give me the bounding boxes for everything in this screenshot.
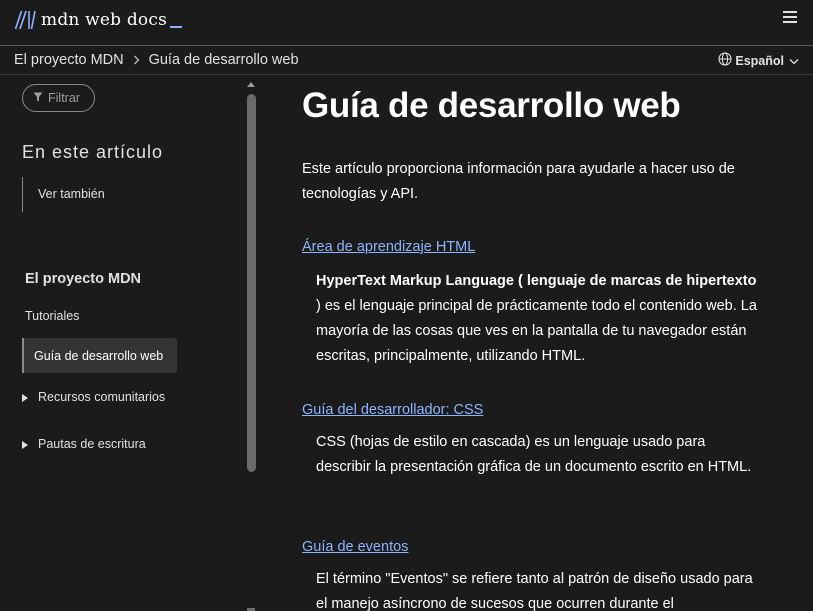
- triangle-right-icon[interactable]: [22, 394, 28, 402]
- hamburger-menu-icon[interactable]: [783, 11, 797, 23]
- intro-paragraph: Este artículo proporciona información pa…: [302, 161, 735, 202]
- link-events-guide[interactable]: Guía de eventos: [302, 539, 408, 555]
- section-description-events: El término "Eventos" se refiere tanto al…: [316, 571, 753, 611]
- html-definition-text: ) es el lenguaje principal de prácticame…: [316, 298, 757, 364]
- sidebar-item-community-resources[interactable]: Recursos comunitarios: [38, 390, 165, 404]
- logo-cursor: [170, 26, 183, 28]
- main-content: Guía de desarrollo web Este artículo pro…: [302, 76, 772, 611]
- section-description-html: HyperText Markup Language ( lenguaje de …: [316, 269, 764, 369]
- link-html-learning-area[interactable]: Área de aprendizaje HTML: [302, 239, 475, 255]
- sidebar-nav-heading: El proyecto MDN: [25, 271, 142, 287]
- triangle-right-icon[interactable]: [22, 441, 28, 449]
- sidebar-item-label: Guía de desarrollo web: [34, 348, 164, 363]
- chevron-down-icon: [789, 54, 799, 68]
- link-css-guide[interactable]: Guía del desarrollador: CSS: [302, 402, 483, 418]
- sidebar: Filtrar En este artículo Ver también El …: [0, 76, 262, 611]
- top-header: mdn web docs: [0, 0, 813, 46]
- chevron-right-icon: [133, 53, 140, 68]
- language-selector[interactable]: Español: [718, 52, 799, 69]
- breadcrumb: El proyecto MDN Guía de desarrollo web: [14, 52, 299, 68]
- mdn-logo-link[interactable]: mdn web docs: [14, 8, 183, 32]
- breadcrumb-item-current[interactable]: Guía de desarrollo web: [149, 52, 299, 68]
- globe-icon: [718, 52, 732, 69]
- toc-list: Ver también: [22, 177, 172, 212]
- section-description-css: CSS (hojas de estilo en cascada) es un l…: [316, 434, 752, 475]
- sidebar-scrollbar[interactable]: [247, 94, 256, 472]
- language-label: Español: [735, 53, 784, 68]
- page-title: Guía de desarrollo web: [302, 86, 681, 125]
- mdn-m-icon: [14, 10, 36, 30]
- sidebar-item-writing-guidelines[interactable]: Pautas de escritura: [38, 437, 146, 451]
- logo-text: mdn web docs: [41, 10, 168, 30]
- sidebar-item-web-dev-guide[interactable]: Guía de desarrollo web: [22, 338, 177, 373]
- breadcrumb-bar: El proyecto MDN Guía de desarrollo web E…: [0, 47, 813, 75]
- filter-label: Filtrar: [48, 91, 80, 105]
- scroll-up-arrow[interactable]: [247, 82, 255, 87]
- filter-icon: [33, 91, 48, 105]
- toc-item-see-also[interactable]: Ver también: [38, 187, 105, 201]
- sidebar-item-tutorials[interactable]: Tutoriales: [25, 309, 79, 323]
- html-definition-bold: HyperText Markup Language ( lenguaje de …: [316, 273, 757, 289]
- breadcrumb-item-mdn-project[interactable]: El proyecto MDN: [14, 52, 124, 68]
- filter-button[interactable]: Filtrar: [22, 84, 95, 112]
- toc-heading: En este artículo: [22, 142, 164, 162]
